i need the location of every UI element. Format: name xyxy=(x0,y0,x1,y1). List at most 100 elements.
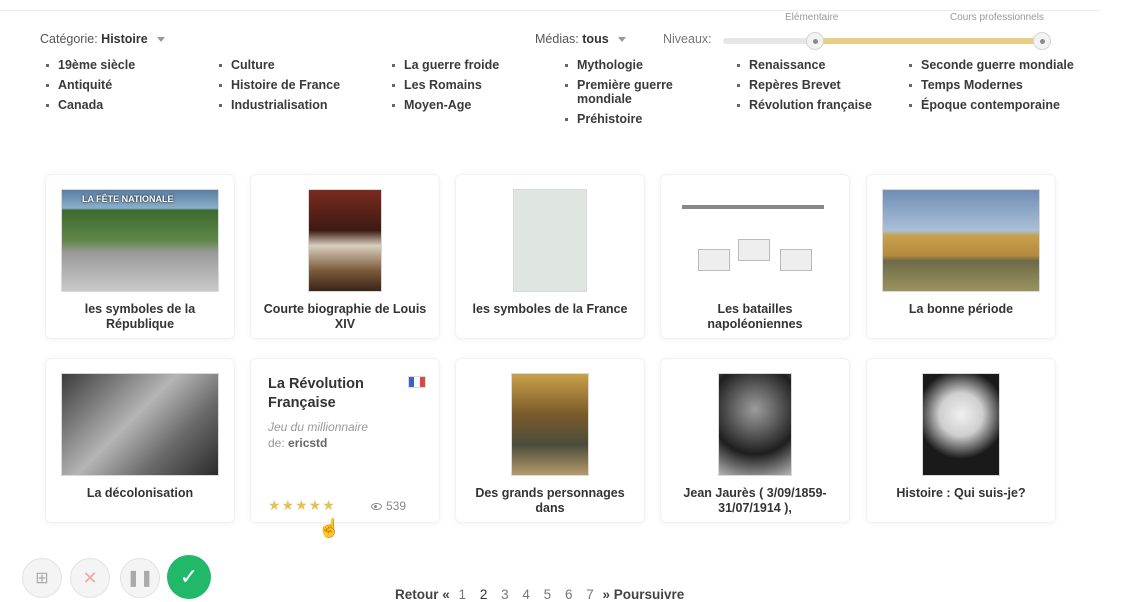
author-label: de: xyxy=(268,436,285,450)
quiz-title[interactable]: Histoire : Qui suis-je? xyxy=(875,486,1047,501)
views-value: 539 xyxy=(386,499,407,513)
french-flag-icon xyxy=(408,376,426,388)
quiz-title[interactable]: La Révolution Française xyxy=(268,375,388,413)
quiz-title[interactable]: les symboles de la République xyxy=(54,302,226,332)
quiz-thumbnail xyxy=(882,189,1040,292)
page-link[interactable]: 3 xyxy=(501,587,509,602)
category-column: Seconde guerre mondiale Temps Modernes É… xyxy=(907,58,1077,118)
category-link[interactable]: Révolution française xyxy=(735,98,872,112)
pause-button[interactable]: ❚❚ xyxy=(120,558,160,598)
page-link[interactable]: 2 xyxy=(480,587,488,602)
page-link[interactable]: 5 xyxy=(544,587,552,602)
quiz-title[interactable]: Les batailles napoléoniennes xyxy=(669,302,841,332)
category-link[interactable]: Canada xyxy=(44,98,135,112)
quiz-thumbnail xyxy=(922,373,1000,476)
quiz-thumbnail: LA FÊTE NATIONALE xyxy=(61,189,219,292)
category-link[interactable]: Temps Modernes xyxy=(907,78,1077,92)
quiz-thumbnail xyxy=(511,373,589,476)
category-link[interactable]: Époque contemporaine xyxy=(907,98,1077,112)
level-max-label: Cours professionnels xyxy=(950,12,1044,23)
quiz-title[interactable]: La décolonisation xyxy=(54,486,226,501)
pagination: Retour « 1 2 3 4 5 6 7 » Poursuivre xyxy=(395,587,684,602)
author-name[interactable]: ericstd xyxy=(288,436,327,450)
category-list: 19ème siècle Antiquité Canada Culture Hi… xyxy=(44,58,1104,138)
category-link[interactable]: La guerre froide xyxy=(390,58,499,72)
featured-quiz-card[interactable]: La Révolution Française Jeu du millionna… xyxy=(250,358,440,523)
category-column: Renaissance Repères Brevet Révolution fr… xyxy=(735,58,872,118)
confirm-button[interactable]: ✓ xyxy=(167,555,211,599)
view-count: 539 xyxy=(371,499,406,513)
level-max-handle[interactable] xyxy=(1033,32,1051,50)
media-value[interactable]: tous xyxy=(582,32,608,46)
category-column: Mythologie Première guerre mondiale Préh… xyxy=(563,58,703,132)
page-link[interactable]: 4 xyxy=(522,587,530,602)
hand-cursor-icon: ☝ xyxy=(318,518,341,538)
category-dropdown-icon[interactable] xyxy=(157,37,166,43)
quiz-card[interactable]: Courte biographie de Louis XIV xyxy=(250,174,440,339)
video-icon xyxy=(698,249,730,271)
eye-icon xyxy=(371,503,382,511)
quiz-card[interactable]: Des grands personnages dans xyxy=(455,358,645,523)
category-link[interactable]: Histoire de France xyxy=(217,78,340,92)
category-label: Catégorie: xyxy=(40,32,98,46)
filter-bar: Catégorie: Histoire Médias: tous Niveaux… xyxy=(40,12,1090,52)
camera-toggle-button[interactable]: ⊞ xyxy=(22,558,62,598)
quiz-thumbnail xyxy=(308,189,382,292)
pause-icon: ❚❚ xyxy=(126,570,154,587)
quiz-card[interactable]: La décolonisation xyxy=(45,358,235,523)
category-column: 19ème siècle Antiquité Canada xyxy=(44,58,135,118)
page-link[interactable]: 1 xyxy=(459,587,467,602)
cancel-button[interactable]: ✕ xyxy=(70,558,110,598)
top-divider xyxy=(0,10,1100,11)
quiz-type: Jeu du millionnaire xyxy=(268,420,369,434)
image-icon xyxy=(780,249,812,271)
page-link[interactable]: 7 xyxy=(586,587,594,602)
quiz-card[interactable]: La bonne période xyxy=(866,174,1056,339)
camera-icon: ⊞ xyxy=(35,570,49,587)
quiz-thumbnail xyxy=(61,373,219,476)
quiz-thumbnail xyxy=(513,189,587,292)
gallery-rail xyxy=(682,205,824,209)
category-link[interactable]: Industrialisation xyxy=(217,98,340,112)
category-link[interactable]: 19ème siècle xyxy=(44,58,135,72)
quiz-card[interactable]: les symboles de la France xyxy=(455,174,645,339)
close-icon: ✕ xyxy=(82,567,98,588)
category-column: La guerre froide Les Romains Moyen-Age xyxy=(390,58,499,118)
quiz-thumbnail xyxy=(676,189,834,292)
page-link[interactable]: 6 xyxy=(565,587,573,602)
quiz-author: de: ericstd xyxy=(268,436,327,450)
media-label: Médias: xyxy=(535,32,579,46)
category-link[interactable]: Repères Brevet xyxy=(735,78,872,92)
category-link[interactable]: Renaissance xyxy=(735,58,872,72)
level-range-slider[interactable] xyxy=(723,32,1051,50)
quiz-title[interactable]: Des grands personnages dans xyxy=(464,486,636,516)
category-link[interactable]: Moyen-Age xyxy=(390,98,499,112)
prev-page-link[interactable]: Retour « xyxy=(395,587,450,602)
category-link[interactable]: Antiquité xyxy=(44,78,135,92)
quiz-thumbnail xyxy=(718,373,792,476)
category-link[interactable]: Seconde guerre mondiale xyxy=(907,58,1077,72)
quiz-card[interactable]: LA FÊTE NATIONALE les symboles de la Rép… xyxy=(45,174,235,339)
quiz-card[interactable]: Les batailles napoléoniennes xyxy=(660,174,850,339)
media-dropdown-icon[interactable] xyxy=(618,37,627,43)
quiz-title[interactable]: La bonne période xyxy=(875,302,1047,317)
category-link[interactable]: Culture xyxy=(217,58,340,72)
level-range-fill xyxy=(814,38,1051,44)
category-link[interactable]: Mythologie xyxy=(563,58,703,72)
category-link[interactable]: Les Romains xyxy=(390,78,499,92)
quiz-title[interactable]: Jean Jaurès ( 3/09/1859-31/07/1914 ), xyxy=(669,486,841,516)
category-link[interactable]: Première guerre mondiale xyxy=(563,78,703,106)
category-filter[interactable]: Catégorie: Histoire xyxy=(40,32,166,46)
category-column: Culture Histoire de France Industrialisa… xyxy=(217,58,340,118)
next-page-link[interactable]: » Poursuivre xyxy=(603,587,685,602)
quiz-card[interactable]: Histoire : Qui suis-je? xyxy=(866,358,1056,523)
category-value[interactable]: Histoire xyxy=(101,32,148,46)
level-min-label: Elémentaire xyxy=(785,12,839,23)
quiz-title[interactable]: Courte biographie de Louis XIV xyxy=(259,302,431,332)
media-filter[interactable]: Médias: tous xyxy=(535,32,627,46)
category-link[interactable]: Préhistoire xyxy=(563,112,703,126)
quiz-card[interactable]: Jean Jaurès ( 3/09/1859-31/07/1914 ), xyxy=(660,358,850,523)
quiz-title[interactable]: les symboles de la France xyxy=(464,302,636,317)
level-min-handle[interactable] xyxy=(805,32,824,50)
thumbnail-banner: LA FÊTE NATIONALE xyxy=(82,194,174,204)
